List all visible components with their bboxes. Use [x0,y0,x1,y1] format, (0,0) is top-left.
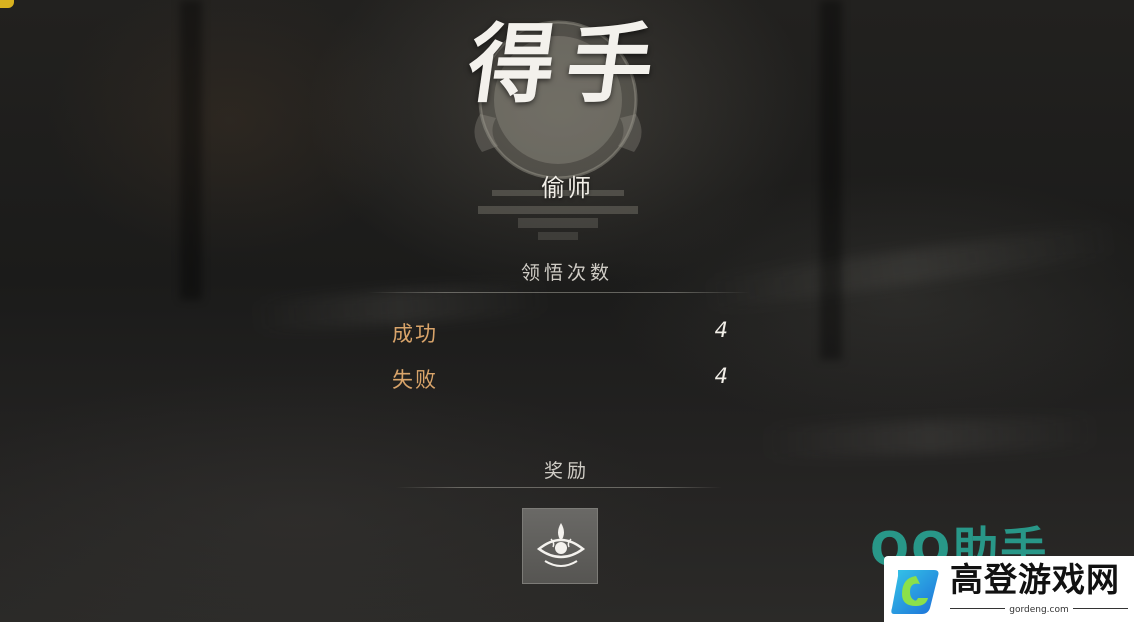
insight-eye-icon [536,523,586,567]
stats-heading: 领悟次数 [520,262,613,284]
stat-row-success: 成功 4 [392,318,732,348]
reward-item-slot[interactable] [522,508,598,584]
stat-value: 4 [714,364,728,388]
stat-value: 4 [714,318,728,342]
result-title: 得手 [461,14,673,115]
site-logo-icon [891,570,939,614]
stats-divider [368,292,750,293]
watermark-badge: 高登游戏网 gordeng.com [884,556,1134,622]
reward-divider [396,487,722,488]
watermark-site-name: 高登游戏网 [950,560,1120,599]
stat-label: 成功 [392,322,438,346]
result-subtitle: 偷师 [541,174,593,202]
stat-row-fail: 失败 4 [392,364,732,394]
stat-label: 失败 [392,368,438,392]
reward-heading: 奖励 [543,460,590,482]
watermark-url: gordeng.com [950,605,1128,615]
